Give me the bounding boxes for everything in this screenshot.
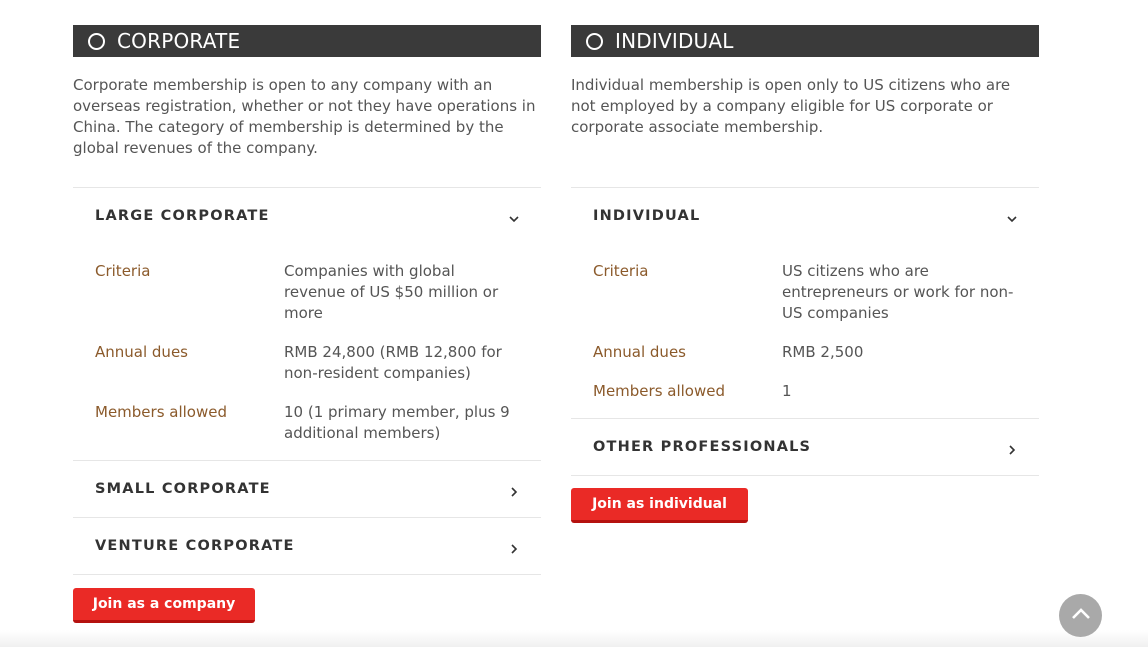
annual-dues-label: Annual dues: [593, 343, 686, 361]
annual-dues-value: RMB 2,500: [782, 343, 864, 361]
members-allowed-label: Members allowed: [593, 382, 726, 400]
corporate-header: CORPORATE: [73, 25, 541, 57]
accordion-title: INDIVIDUAL: [593, 208, 701, 224]
members-allowed-value: 1: [782, 382, 792, 400]
individual-title: INDIVIDUAL: [615, 29, 734, 53]
corporate-accordion: LARGE CORPORATE Criteria Companies with …: [73, 187, 541, 575]
accordion-header-venture-corporate[interactable]: VENTURE CORPORATE: [73, 518, 541, 574]
radio-circle-icon: [88, 32, 105, 50]
annual-dues-value: RMB 24,800 (RMB 12,800 for non-resident …: [284, 343, 502, 382]
criteria-value: US citizens who are entrepreneurs or wor…: [782, 262, 1014, 322]
detail-row: Criteria Companies with global revenue o…: [95, 261, 519, 324]
chevron-up-icon: [1069, 602, 1093, 630]
individual-intro: Individual membership is open only to US…: [571, 76, 1011, 136]
detail-row: Members allowed 10 (1 primary member, pl…: [95, 402, 519, 444]
page-bottom-edge: [0, 630, 1148, 647]
detail-row: Annual dues RMB 24,800 (RMB 12,800 for n…: [95, 342, 519, 384]
accordion-title: OTHER PROFESSIONALS: [593, 439, 812, 455]
radio-circle-icon: [586, 32, 603, 50]
annual-dues-label: Annual dues: [95, 343, 188, 361]
accordion-item-venture-corporate: VENTURE CORPORATE: [73, 518, 541, 575]
accordion-title: VENTURE CORPORATE: [95, 538, 295, 554]
accordion-body-large-corporate: Criteria Companies with global revenue o…: [73, 244, 541, 460]
accordion-item-large-corporate: LARGE CORPORATE Criteria Companies with …: [73, 188, 541, 461]
accordion-header-small-corporate[interactable]: SMALL CORPORATE: [73, 461, 541, 517]
accordion-title: SMALL CORPORATE: [95, 481, 271, 497]
accordion-header-large-corporate[interactable]: LARGE CORPORATE: [73, 188, 541, 244]
criteria-label: Criteria: [95, 262, 151, 280]
chevron-down-icon[interactable]: [507, 212, 521, 226]
accordion-body-individual: Criteria US citizens who are entrepreneu…: [571, 244, 1039, 418]
members-allowed-value: 10 (1 primary member, plus 9 additional …: [284, 403, 510, 442]
accordion-title: LARGE CORPORATE: [95, 208, 270, 224]
join-company-button[interactable]: Join as a company: [73, 588, 255, 623]
chevron-right-icon[interactable]: [507, 485, 521, 499]
criteria-label: Criteria: [593, 262, 649, 280]
members-allowed-label: Members allowed: [95, 403, 228, 421]
corporate-intro: Corporate membership is open to any comp…: [73, 76, 536, 157]
corporate-title: CORPORATE: [117, 29, 241, 53]
chevron-down-icon[interactable]: [1005, 212, 1019, 226]
accordion-header-other-professionals[interactable]: OTHER PROFESSIONALS: [571, 419, 1039, 475]
accordion-item-other-professionals: OTHER PROFESSIONALS: [571, 419, 1039, 476]
individual-column: INDIVIDUAL Individual membership is open…: [571, 25, 1039, 476]
detail-row: Annual dues RMB 2,500: [593, 342, 1017, 363]
accordion-item-small-corporate: SMALL CORPORATE: [73, 461, 541, 518]
join-individual-button[interactable]: Join as individual: [571, 488, 748, 523]
individual-accordion: INDIVIDUAL Criteria US citizens who are …: [571, 187, 1039, 476]
detail-row: Criteria US citizens who are entrepreneu…: [593, 261, 1017, 324]
scroll-to-top-button[interactable]: [1059, 594, 1102, 637]
criteria-value: Companies with global revenue of US $50 …: [284, 262, 499, 322]
accordion-item-individual: INDIVIDUAL Criteria US citizens who are …: [571, 188, 1039, 419]
chevron-right-icon[interactable]: [507, 542, 521, 556]
corporate-column: CORPORATE Corporate membership is open t…: [73, 25, 541, 575]
detail-row: Members allowed 1: [593, 381, 1017, 402]
accordion-header-individual[interactable]: INDIVIDUAL: [571, 188, 1039, 244]
chevron-right-icon[interactable]: [1005, 443, 1019, 457]
individual-header: INDIVIDUAL: [571, 25, 1039, 57]
